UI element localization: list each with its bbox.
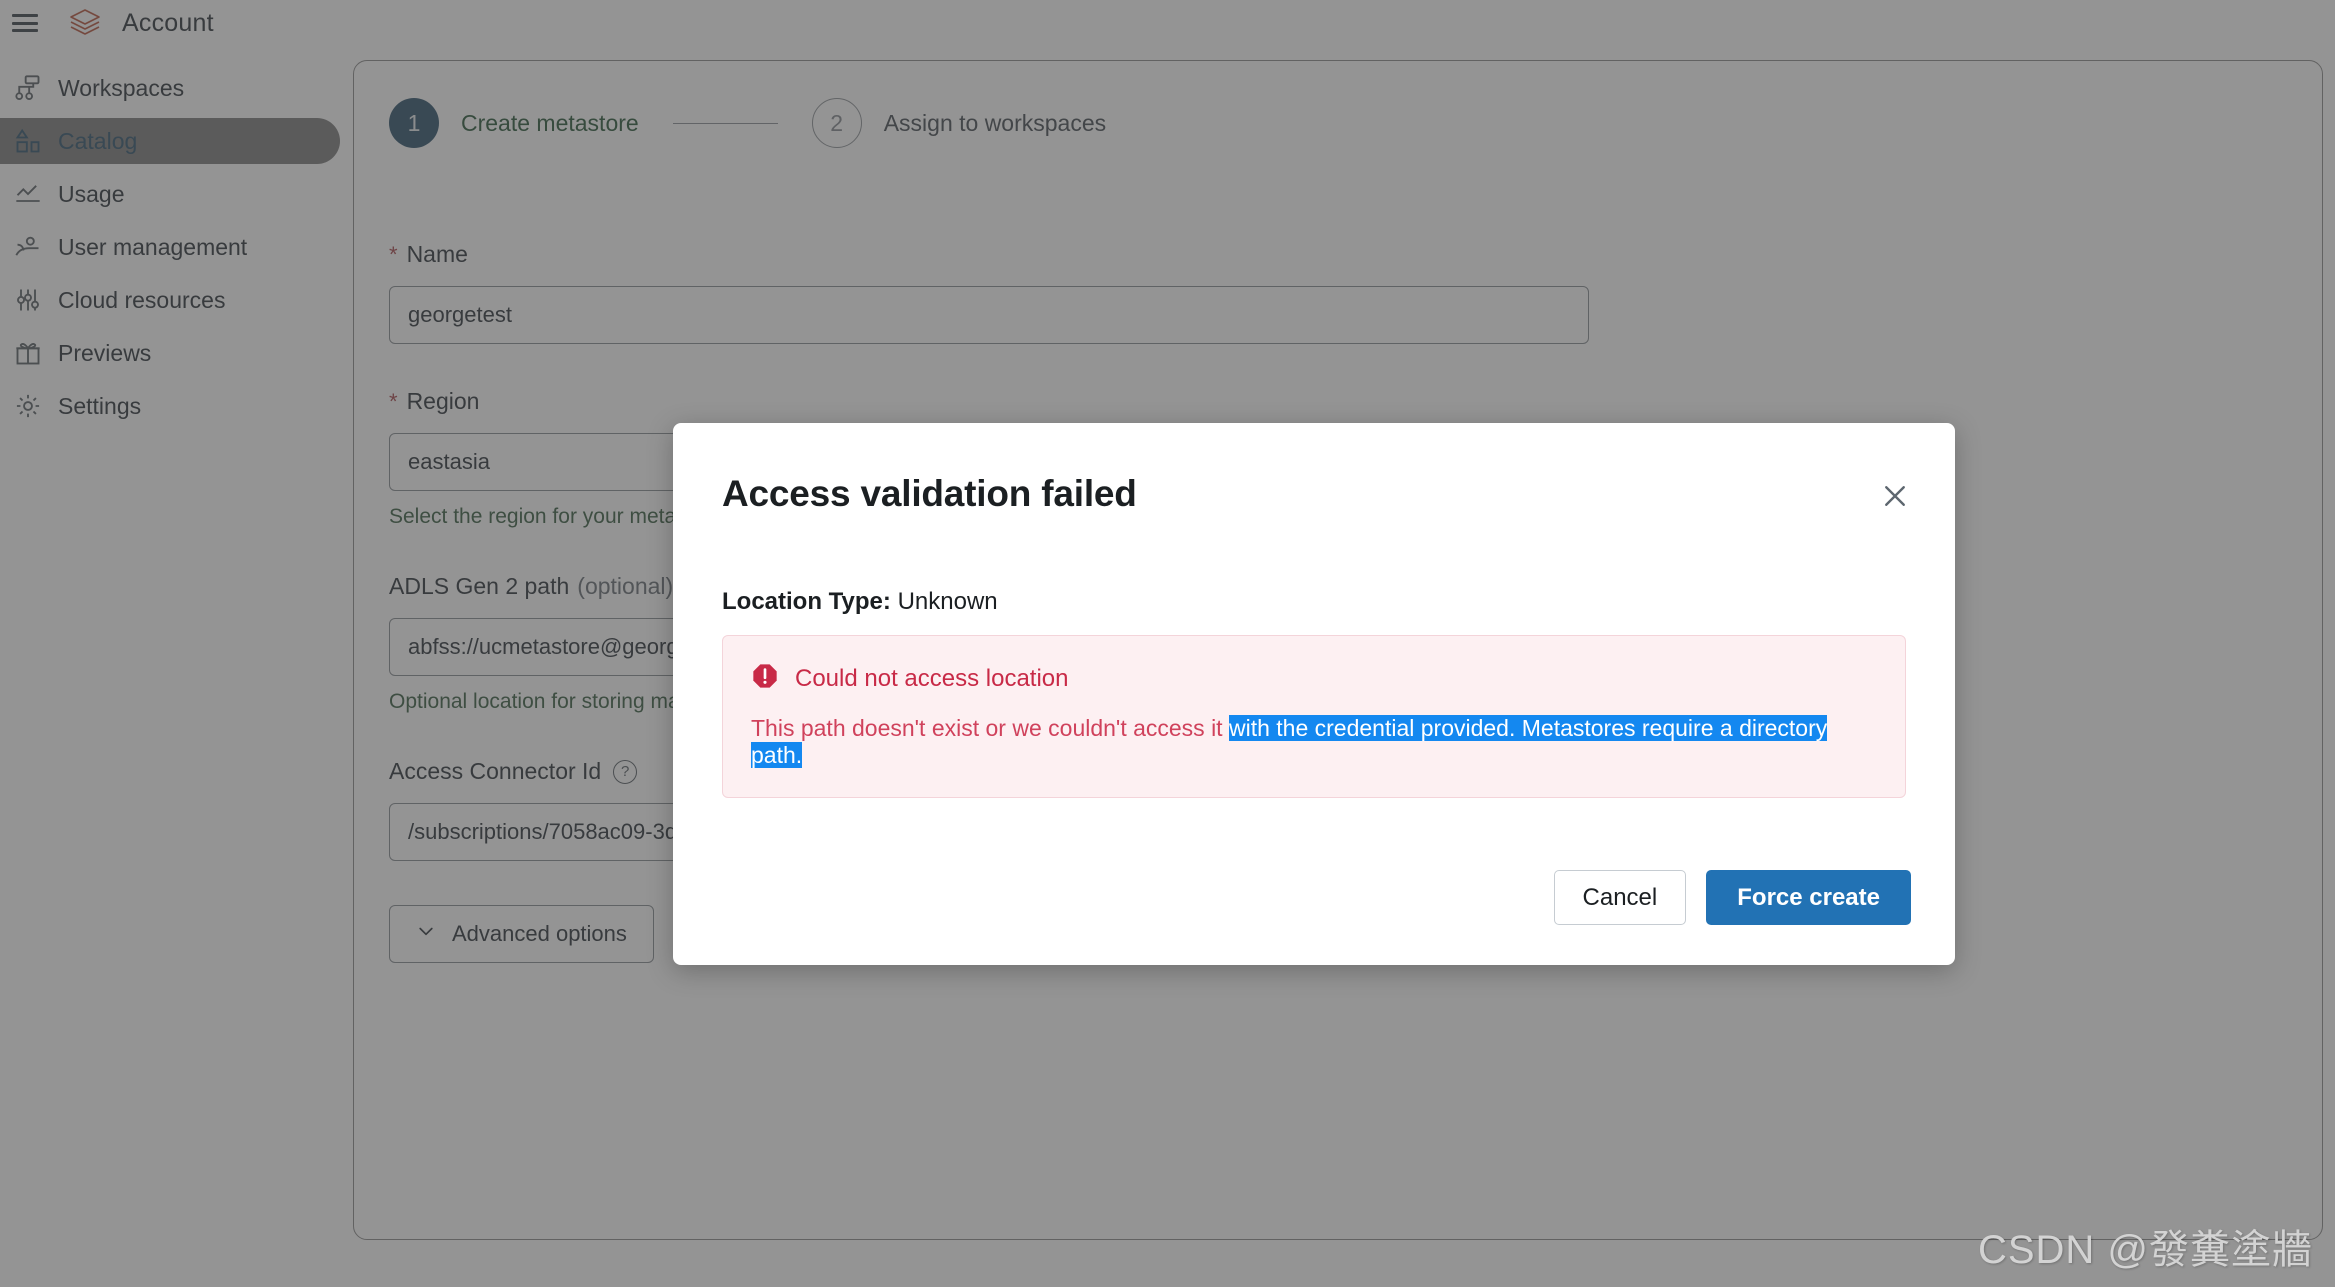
force-create-button[interactable]: Force create <box>1706 870 1911 925</box>
cancel-button[interactable]: Cancel <box>1553 870 1687 925</box>
watermark: CSDN @發糞塗牆 <box>1977 1228 2313 1272</box>
error-alert-header: Could not access location <box>751 662 1877 695</box>
location-type-row: Location Type: Unknown <box>722 588 998 616</box>
location-type-label: Location Type: <box>722 588 891 615</box>
error-alert-title: Could not access location <box>795 664 1069 692</box>
close-icon[interactable] <box>1877 478 1913 514</box>
error-alert: Could not access location This path does… <box>722 635 1906 799</box>
error-body-plain: This path doesn't exist or we couldn't a… <box>751 715 1229 741</box>
dialog-actions: Cancel Force create <box>1553 870 1911 925</box>
error-octagon-icon <box>751 662 779 695</box>
location-type-value: Unknown <box>897 588 998 615</box>
dialog-title: Access validation failed <box>722 473 1137 514</box>
account-console-app: Account Workspaces Catalog <box>0 0 2335 1287</box>
access-validation-failed-dialog: Access validation failed Location Type: … <box>673 423 1955 965</box>
error-alert-body: This path doesn't exist or we couldn't a… <box>751 715 1856 769</box>
